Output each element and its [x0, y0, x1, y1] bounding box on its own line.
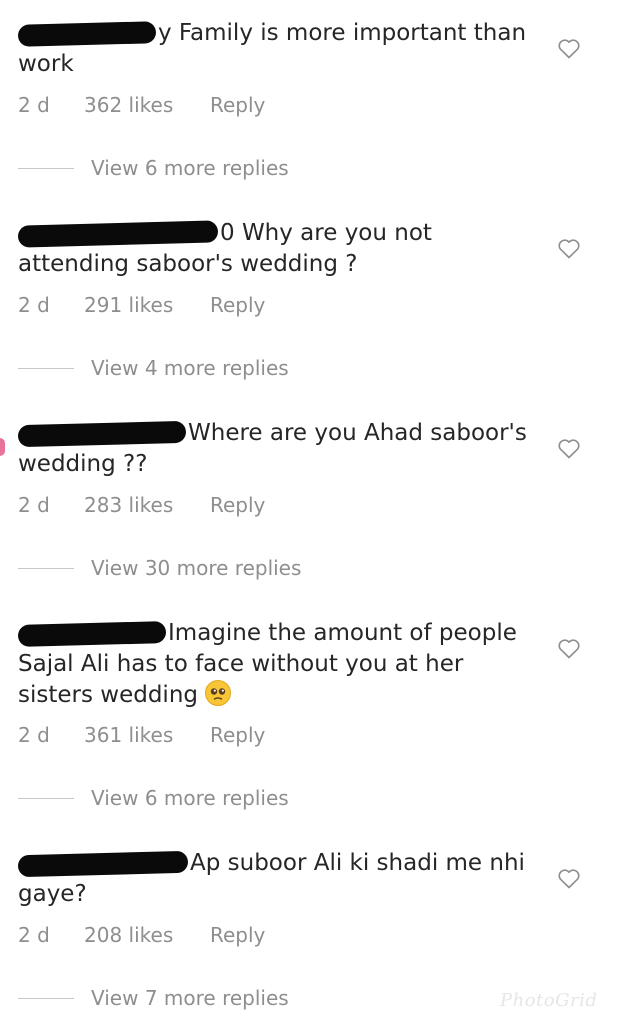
comment-text-block: y Family is more important than work	[17, 18, 533, 80]
pleading-face-emoji	[205, 680, 232, 706]
comment-text-block: Where are you Ahad saboor's wedding ??	[17, 418, 533, 480]
comment-text-block: Ap suboor Ali ki shadi me nhi gaye?	[17, 848, 533, 910]
heart-icon[interactable]	[557, 867, 581, 889]
comment-age: 2 d	[18, 93, 50, 117]
divider-line	[18, 797, 74, 799]
comment-likes[interactable]: 291 likes	[84, 293, 210, 317]
comment-likes[interactable]: 208 likes	[84, 923, 210, 947]
reply-button[interactable]: Reply	[210, 723, 265, 747]
photogrid-watermark: PhotoGrid	[500, 990, 598, 1011]
comment-age: 2 d	[18, 493, 50, 517]
comment-meta: 2 d 208 likes Reply	[18, 923, 265, 947]
reply-button[interactable]: Reply	[210, 293, 265, 317]
comment-meta: 2 d 362 likes Reply	[18, 93, 265, 117]
comment-meta: 2 d 291 likes Reply	[18, 293, 265, 317]
reply-button[interactable]: Reply	[210, 923, 265, 947]
comment-age: 2 d	[18, 723, 50, 747]
heart-icon[interactable]	[557, 637, 581, 659]
view-more-replies-button[interactable]: View 7 more replies	[18, 986, 289, 1010]
reply-button[interactable]: Reply	[210, 493, 265, 517]
comment-meta: 2 d 283 likes Reply	[18, 493, 265, 517]
comment-item: y Family is more important than work 2 d…	[0, 0, 617, 200]
heart-icon[interactable]	[557, 37, 581, 59]
redacted-username	[17, 620, 167, 647]
view-more-replies-button[interactable]: View 30 more replies	[18, 556, 301, 580]
divider-line	[18, 367, 74, 369]
divider-line	[18, 997, 74, 999]
comment-likes[interactable]: 283 likes	[84, 493, 210, 517]
view-more-replies-button[interactable]: View 6 more replies	[18, 786, 289, 810]
view-more-replies-button[interactable]: View 4 more replies	[18, 356, 289, 380]
view-more-replies-button[interactable]: View 6 more replies	[18, 156, 289, 180]
redacted-username	[17, 20, 157, 47]
comment-item: Where are you Ahad saboor's wedding ?? 2…	[0, 400, 617, 600]
redacted-username	[17, 219, 219, 248]
divider-line	[18, 167, 74, 169]
redacted-username	[17, 850, 189, 877]
view-replies-label: View 6 more replies	[91, 786, 289, 810]
divider-line	[18, 567, 74, 569]
comment-item: 0 Why are you not attending saboor's wed…	[0, 200, 617, 400]
comment-likes[interactable]: 361 likes	[84, 723, 210, 747]
view-replies-label: View 4 more replies	[91, 356, 289, 380]
reply-button[interactable]: Reply	[210, 93, 265, 117]
view-replies-label: View 7 more replies	[91, 986, 289, 1010]
comment-item: Imagine the amount of people Sajal Ali h…	[0, 600, 617, 830]
view-replies-label: View 30 more replies	[91, 556, 302, 580]
comment-text-block: Imagine the amount of people Sajal Ali h…	[17, 618, 533, 711]
comment-text-block: 0 Why are you not attending saboor's wed…	[17, 218, 533, 280]
avatar[interactable]	[0, 438, 5, 456]
heart-icon[interactable]	[557, 437, 581, 459]
view-replies-label: View 6 more replies	[91, 156, 289, 180]
comment-likes[interactable]: 362 likes	[84, 93, 210, 117]
comment-age: 2 d	[18, 923, 50, 947]
comment-age: 2 d	[18, 293, 50, 317]
comment-meta: 2 d 361 likes Reply	[18, 723, 265, 747]
heart-icon[interactable]	[557, 237, 581, 259]
redacted-username	[17, 420, 187, 447]
